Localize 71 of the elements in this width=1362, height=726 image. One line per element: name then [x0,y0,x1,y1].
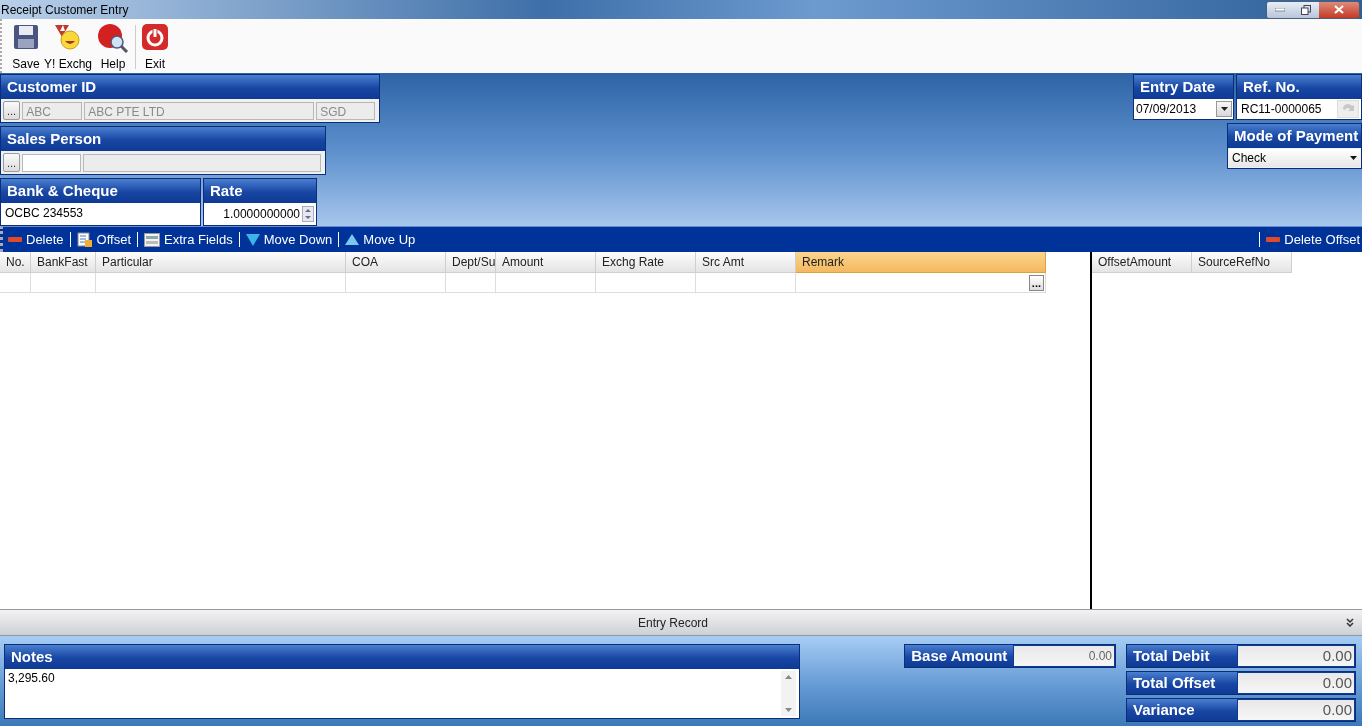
panel-header: Entry Date [1134,75,1233,99]
help-icon [96,23,131,53]
caret-icon [1220,107,1228,111]
column-header[interactable]: No. [0,252,31,273]
column-header[interactable]: Amount [496,252,596,273]
column-header[interactable]: Dept/Su [446,252,496,273]
caret-icon [1350,156,1357,160]
scroll-down-icon[interactable] [785,708,793,712]
panel-header: Notes [5,645,800,669]
power-icon [141,23,170,51]
column-header[interactable]: Src Amt [696,252,796,273]
section-title: Entry Record [637,615,709,630]
table-cell[interactable] [696,273,796,293]
column-header[interactable]: COA [346,252,446,273]
lookup-button[interactable]: ... [3,153,21,172]
maximize-button[interactable] [1293,1,1319,18]
window-title: Receipt Customer Entry [0,2,129,17]
table-cell[interactable] [96,273,346,293]
minimize-icon [1275,7,1285,12]
table-cell[interactable] [446,273,496,293]
table-cell[interactable] [596,273,696,293]
toolbar-button[interactable]: Y! Exchg [42,23,95,71]
table-cell[interactable] [346,273,446,293]
scrollbar[interactable] [781,671,797,716]
column-header[interactable]: OffsetAmount [1092,252,1192,273]
column-header[interactable]: BankFast [31,252,96,273]
table-cell[interactable] [0,273,31,293]
form-icon [144,232,161,247]
toolbar-button[interactable]: Exit [139,23,172,71]
triangle-down-icon [245,233,260,246]
salesperson-code-field[interactable] [22,153,82,172]
double-chevron-down-icon[interactable] [1346,618,1354,627]
toolbar-button[interactable]: Save [10,23,42,71]
panel-header: Mode of Payment [1228,124,1361,148]
ellipsis-button[interactable]: ... [1028,274,1044,291]
generate-button[interactable] [1337,100,1359,118]
payment-mode-dropdown[interactable]: Check [1229,149,1360,167]
column-header[interactable]: Particular [96,252,346,273]
toolbar-button[interactable]: Extra Fields [142,232,235,247]
dropdown-button[interactable] [1216,101,1232,117]
spinner-icon[interactable] [302,206,314,222]
notes-field[interactable]: 3,295.60 [5,669,800,718]
lookup-button[interactable]: ... [3,101,21,120]
minus-icon [8,236,22,243]
column-header[interactable]: Exchg Rate [596,252,696,273]
scroll-up-icon[interactable] [785,675,793,679]
date-field[interactable]: 07/09/2013 [1135,100,1232,118]
salesperson-name-field[interactable] [83,153,322,172]
close-icon [1334,5,1344,14]
panel-header: Customer ID [1,75,379,99]
panel-header: Bank & Cheque [1,179,200,203]
restore-icon [1301,4,1311,15]
minus-icon [1266,236,1281,243]
minimize-button[interactable] [1267,1,1293,18]
toolbar-button[interactable]: Help [94,23,133,71]
table-cell[interactable] [496,273,596,293]
panel-header: Sales Person [1,127,325,151]
toolbar-button[interactable]: Move Down [243,232,335,247]
panel-header: Rate [204,179,316,203]
table-cell[interactable] [31,273,96,293]
table-cell[interactable]: ... [796,273,1046,293]
triangle-up-icon [345,234,360,245]
toolbar-button[interactable]: Delete [6,232,66,247]
column-header[interactable]: Remark [796,252,1046,273]
panel-header: Ref. No. [1237,75,1361,99]
toolbar-button[interactable]: Move Up [343,232,418,247]
toolbar-button[interactable]: Delete Offset [1264,232,1362,247]
close-button[interactable] [1319,1,1359,18]
column-header[interactable]: SourceRefNo [1192,252,1292,273]
document-icon [76,231,93,248]
toolbar-button[interactable]: Offset [74,231,134,248]
